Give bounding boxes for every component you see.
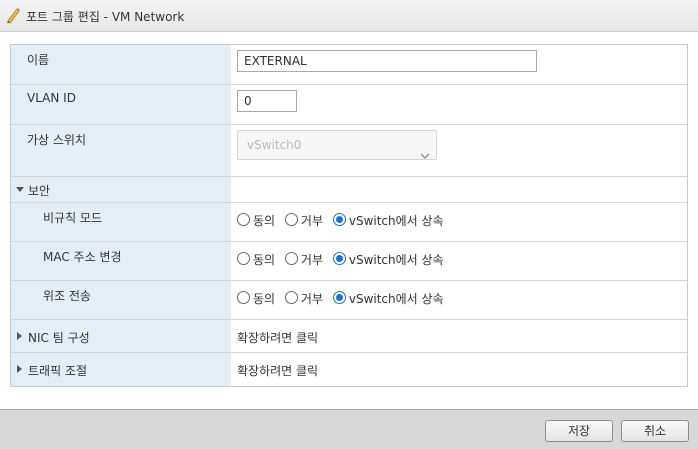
radio-button[interactable]: [284, 213, 298, 226]
chevron-down-icon: [420, 142, 430, 159]
radio-inherit[interactable]: vSwitch에서 상속: [332, 212, 450, 229]
mac-address-change-label: MAC 주소 변경: [43, 250, 122, 264]
promiscuous-mode-radio-group: 동의 거부 vSwitch에서 상속: [237, 212, 450, 228]
expand-caret-right-icon[interactable]: [17, 365, 22, 373]
name-row: 이름 EXTERNAL: [11, 45, 687, 85]
radio-button[interactable]: [237, 291, 250, 304]
traffic-shaping-section-header[interactable]: 트래픽 조절 확장하려면 클릭: [11, 353, 687, 386]
radio-button[interactable]: [237, 213, 250, 226]
vswitch-row: 가상 스위치 vSwitch0: [11, 125, 687, 177]
radio-button-selected[interactable]: [332, 213, 346, 226]
vlan-label: VLAN ID: [27, 91, 76, 105]
forged-transmits-row: 위조 전송 동의 거부 vSwitch에서 상속: [11, 281, 687, 320]
security-label: 보안: [28, 184, 51, 198]
radio-accept[interactable]: 동의: [237, 212, 281, 229]
promiscuous-mode-label: 비규칙 모드: [43, 211, 103, 225]
promiscuous-mode-row: 비규칙 모드 동의 거부 vSwitch에서 상속: [11, 203, 687, 242]
nic-teaming-label: NIC 팀 구성: [28, 331, 90, 345]
radio-inherit[interactable]: vSwitch에서 상속: [332, 290, 450, 307]
forged-transmits-radio-group: 동의 거부 vSwitch에서 상속: [237, 290, 450, 306]
mac-address-change-row: MAC 주소 변경 동의 거부 vSwitch에서 상속: [11, 242, 687, 281]
vswitch-select[interactable]: vSwitch0: [237, 130, 437, 160]
pencil-icon: [5, 6, 21, 24]
settings-table: 이름 EXTERNAL VLAN ID 0 가상 스위치 vSwitch0 보안…: [10, 44, 688, 387]
radio-inherit-label[interactable]: vSwitch에서 상속: [349, 292, 444, 306]
radio-accept[interactable]: 동의: [237, 251, 281, 268]
radio-inherit[interactable]: vSwitch에서 상속: [332, 251, 450, 268]
mac-address-change-radio-group: 동의 거부 vSwitch에서 상속: [237, 251, 450, 267]
radio-reject-label[interactable]: 거부: [301, 214, 323, 228]
radio-accept-label[interactable]: 동의: [253, 214, 275, 228]
radio-button-selected[interactable]: [332, 291, 346, 304]
forged-transmits-label: 위조 전송: [43, 289, 91, 303]
radio-reject-label[interactable]: 거부: [301, 292, 323, 306]
radio-accept-label[interactable]: 동의: [253, 292, 275, 306]
radio-button[interactable]: [284, 252, 298, 265]
vlan-row: VLAN ID 0: [11, 85, 687, 125]
traffic-shaping-label: 트래픽 조절: [28, 364, 88, 378]
security-section-header[interactable]: 보안: [11, 177, 687, 203]
name-input[interactable]: EXTERNAL: [237, 50, 537, 72]
nic-teaming-expand-link[interactable]: 확장하려면 클릭: [237, 329, 318, 346]
traffic-shaping-expand-link[interactable]: 확장하려면 클릭: [237, 362, 318, 379]
radio-reject[interactable]: 거부: [284, 212, 329, 229]
radio-reject-label[interactable]: 거부: [301, 253, 323, 267]
radio-accept[interactable]: 동의: [237, 290, 281, 307]
name-label: 이름: [27, 53, 50, 67]
vswitch-label: 가상 스위치: [27, 133, 87, 147]
radio-button-selected[interactable]: [332, 252, 346, 265]
save-button[interactable]: 저장: [545, 420, 613, 442]
radio-inherit-label[interactable]: vSwitch에서 상속: [349, 253, 444, 267]
radio-button[interactable]: [237, 252, 250, 265]
dialog-footer: 저장 취소: [0, 409, 698, 449]
vswitch-select-value: vSwitch0: [247, 138, 302, 152]
expand-caret-down-icon[interactable]: [16, 187, 24, 192]
cancel-button[interactable]: 취소: [621, 420, 689, 442]
dialog-titlebar: 포트 그룹 편집 - VM Network: [0, 0, 698, 32]
vlan-id-input[interactable]: 0: [237, 90, 297, 112]
radio-button[interactable]: [284, 291, 298, 304]
dialog-title: 포트 그룹 편집 - VM Network: [26, 10, 185, 24]
radio-accept-label[interactable]: 동의: [253, 253, 275, 267]
expand-caret-right-icon[interactable]: [17, 332, 22, 340]
radio-reject[interactable]: 거부: [284, 251, 329, 268]
radio-inherit-label[interactable]: vSwitch에서 상속: [349, 214, 444, 228]
radio-reject[interactable]: 거부: [284, 290, 329, 307]
nic-teaming-section-header[interactable]: NIC 팀 구성 확장하려면 클릭: [11, 320, 687, 353]
